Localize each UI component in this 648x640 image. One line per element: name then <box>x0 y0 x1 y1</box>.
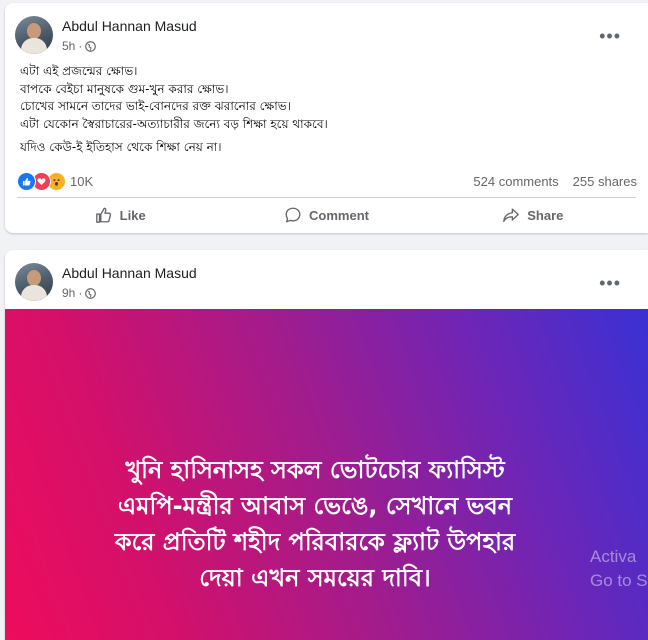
action-bar: Like Comment Share <box>17 201 636 229</box>
text-line: চোখের সামনে তাদের ভাই-বোনদের রক্ত ঝরানোর… <box>20 99 291 113</box>
more-icon[interactable]: ••• <box>599 27 621 45</box>
banner-line: দেয়া এখন সময়ের দাবি। <box>199 564 431 592</box>
post-stats: 524 comments 255 shares <box>473 174 637 189</box>
shares-count[interactable]: 255 shares <box>573 174 637 189</box>
banner-line: এমপি-মন্ত্রীর আবাস ভেঙে, সেখানে ভবন <box>117 492 513 520</box>
post-card: Abdul Hannan Masud 5h · ••• এটা এই প্রজন… <box>5 3 648 233</box>
avatar[interactable] <box>15 263 53 301</box>
share-label: Share <box>527 207 564 223</box>
avatar[interactable] <box>15 16 53 54</box>
post-header: Abdul Hannan Masud 9h · ••• <box>15 261 635 303</box>
like-icon <box>17 172 36 191</box>
post-meta: 5h · <box>62 39 97 53</box>
share-icon <box>503 208 520 222</box>
more-icon[interactable]: ••• <box>599 274 621 292</box>
post-time[interactable]: 9h <box>62 286 75 300</box>
reaction-count[interactable]: 10K <box>70 174 93 189</box>
globe-icon <box>85 40 97 52</box>
text-background-banner[interactable]: খুনি হাসিনাসহ সকল ভোটচোর ফ্যাসিস্ট এমপি-… <box>5 309 648 640</box>
banner-text: খুনি হাসিনাসহ সকল ভোটচোর ফ্যাসিস্ট এমপি-… <box>5 452 625 596</box>
reactions-summary[interactable]: 10K <box>17 172 93 191</box>
banner-line: খুনি হাসিনাসহ সকল ভোটচোর ফ্যাসিস্ট <box>125 456 505 484</box>
author-name[interactable]: Abdul Hannan Masud <box>62 18 197 34</box>
comment-button[interactable]: Comment <box>223 201 429 229</box>
comment-label: Comment <box>309 207 369 223</box>
divider <box>17 197 636 198</box>
like-label: Like <box>119 207 146 223</box>
post-card: Abdul Hannan Masud 9h · ••• খুনি হাসিনাস… <box>5 250 648 640</box>
author-name[interactable]: Abdul Hannan Masud <box>62 265 197 281</box>
like-icon <box>95 207 111 223</box>
text-line: এটা এই প্রজন্মের ক্ষোভ। <box>20 64 138 78</box>
post-meta: 9h · <box>62 286 97 300</box>
post-time[interactable]: 5h <box>62 39 75 53</box>
like-button[interactable]: Like <box>17 201 223 229</box>
banner-line: করে প্রতিটি শহীদ পরিবারকে ফ্ল্যাট উপহার <box>114 528 516 556</box>
text-line: বাপকে বেইচা মানুষকে গুম-খুন করার ক্ষোভ। <box>20 81 229 96</box>
comments-count[interactable]: 524 comments <box>473 174 558 189</box>
post-text: এটা এই প্রজন্মের ক্ষোভ। বাপকে বেইচা মানু… <box>20 63 630 157</box>
text-line: এটা যেকোন স্বৈরাচারের-অত্যাচারীর জন্যে ব… <box>20 116 328 131</box>
share-button[interactable]: Share <box>430 201 636 229</box>
post-header: Abdul Hannan Masud 5h · ••• <box>15 14 635 56</box>
activation-watermark: Activa Go to S <box>590 547 648 590</box>
globe-icon <box>85 287 97 299</box>
comment-icon <box>285 207 301 223</box>
text-line: যদিও কেউ-ই ইতিহাস থেকে শিক্ষা নেয় না। <box>20 140 222 154</box>
